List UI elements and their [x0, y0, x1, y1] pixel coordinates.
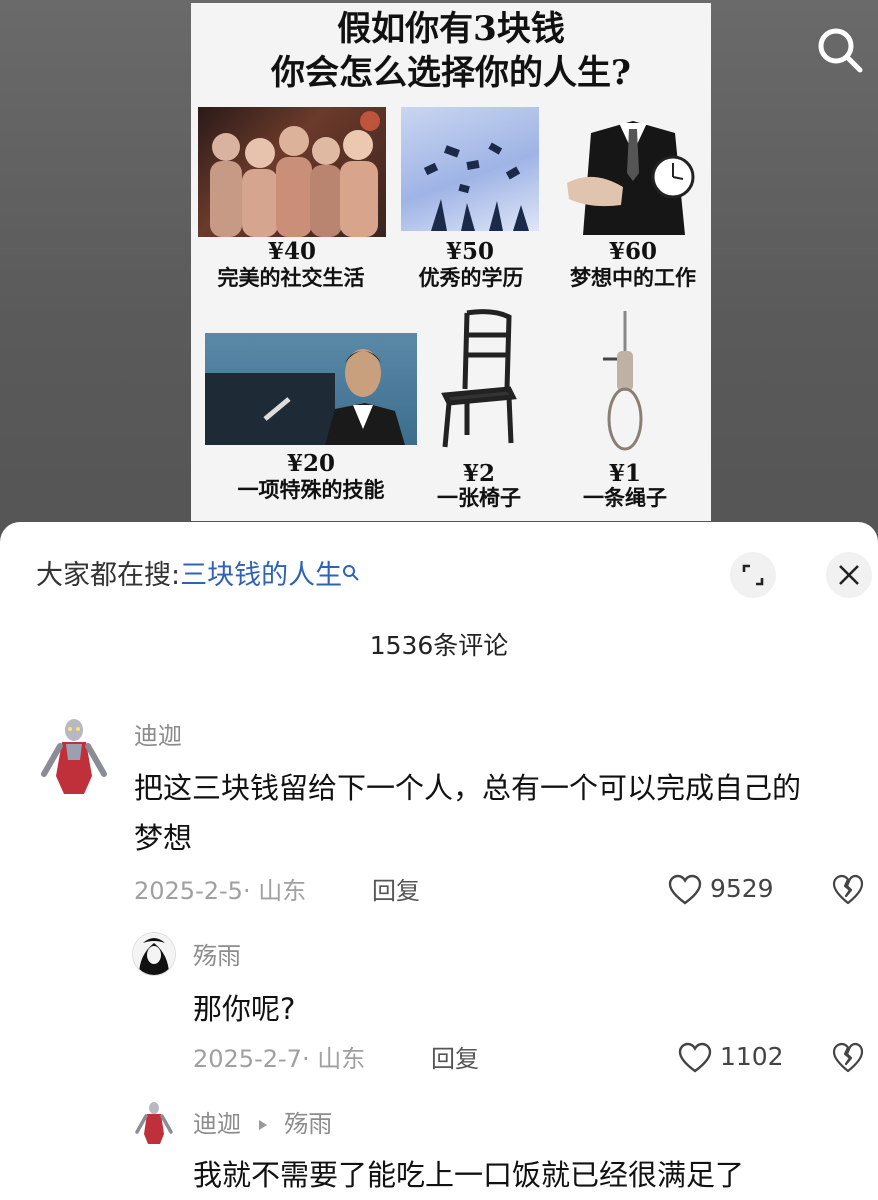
poster-title-line1: 假如你有3块钱	[337, 9, 565, 49]
poster-image: 假如你有3块钱 你会怎么选择你的人生? ¥40 完美的社交生活 ¥50 优秀的学…	[191, 3, 711, 521]
hot-search-prefix: 大家都在搜:	[36, 560, 181, 591]
comment-username[interactable]: 殇雨	[193, 940, 241, 972]
small-search-icon	[343, 565, 359, 581]
broken-heart-icon	[832, 874, 864, 905]
reply-target-username[interactable]: 殇雨	[284, 1110, 332, 1138]
poster-price-5: ¥2	[462, 460, 495, 487]
comment-username[interactable]: 迪迦	[193, 1110, 241, 1138]
expand-button[interactable]	[730, 552, 776, 598]
search-icon	[818, 28, 863, 73]
reply-button[interactable]: 回复	[372, 874, 420, 908]
poster-price-1: ¥40	[267, 238, 316, 265]
comment-location: · 山东	[242, 877, 307, 905]
comment-meta: 2025-2-5· 山东	[134, 874, 306, 908]
comment-text-line: 把这三块钱留给下一个人，总有一个可以完成自己的	[134, 771, 802, 805]
poster-caption-5: 一张椅子	[437, 485, 521, 510]
poster-title-line2: 你会怎么选择你的人生?	[271, 53, 631, 93]
broken-heart-icon	[832, 1042, 864, 1073]
avatar[interactable]	[132, 932, 176, 976]
dream-job-picture	[563, 113, 703, 235]
search-button[interactable]	[812, 22, 868, 78]
like-button[interactable]: 1102	[678, 1040, 784, 1074]
poster-caption-2: 优秀的学历	[418, 265, 524, 290]
video-area[interactable]: 假如你有3块钱 你会怎么选择你的人生? ¥40 完美的社交生活 ¥50 优秀的学…	[0, 0, 878, 540]
avatar[interactable]	[134, 1100, 174, 1144]
poster-price-2: ¥50	[445, 238, 494, 265]
poster-price-4: ¥20	[286, 450, 335, 477]
comment-count: 1536条评论	[369, 631, 509, 660]
reply-arrow-icon	[258, 1120, 267, 1130]
poster-caption-3: 梦想中的工作	[570, 265, 696, 290]
comment-reply-header: 迪迦 殇雨	[193, 1108, 332, 1140]
close-icon	[839, 565, 859, 585]
hot-search-bar[interactable]: 大家都在搜:三块钱的人生	[36, 556, 360, 596]
heart-icon	[678, 1042, 712, 1073]
comment-text-line: 梦想	[134, 821, 193, 855]
like-count: 9529	[709, 874, 774, 903]
dislike-button[interactable]	[832, 874, 864, 906]
comment-location: · 山东	[301, 1045, 366, 1073]
rope-picture	[595, 311, 655, 453]
comment-date: 2025-2-7	[193, 1045, 302, 1073]
comment-text-line: 那你呢?	[193, 992, 296, 1026]
comment-sheet: 大家都在搜:三块钱的人生 1536条评论 迪迦 把这三块钱留给下一个人，总有一个…	[0, 522, 878, 1200]
poster-caption-4: 一项特殊的技能	[237, 477, 385, 502]
like-button[interactable]: 9529	[668, 872, 774, 906]
comment-meta: 2025-2-7· 山东	[193, 1042, 365, 1076]
hot-search-term[interactable]: 三块钱的人生	[180, 560, 342, 591]
dislike-button[interactable]	[832, 1042, 864, 1074]
avatar[interactable]	[38, 716, 110, 796]
poster-price-6: ¥1	[608, 460, 641, 487]
reply-button[interactable]: 回复	[431, 1042, 479, 1076]
chair-picture	[437, 309, 521, 449]
social-life-picture	[198, 107, 386, 237]
special-skill-picture	[205, 333, 417, 445]
comment-username[interactable]: 迪迦	[134, 720, 182, 752]
expand-icon	[742, 564, 764, 586]
comment-date: 2025-2-5	[134, 877, 243, 905]
heart-icon	[668, 874, 702, 905]
poster-caption-6: 一条绳子	[583, 485, 667, 510]
comment-text-line: 我就不需要了能吃上一口饭就已经很满足了	[193, 1158, 745, 1192]
like-count: 1102	[719, 1042, 784, 1071]
poster-price-3: ¥60	[608, 238, 657, 265]
poster-caption-1: 完美的社交生活	[217, 265, 365, 290]
education-picture	[401, 107, 539, 231]
close-button[interactable]	[826, 552, 872, 598]
